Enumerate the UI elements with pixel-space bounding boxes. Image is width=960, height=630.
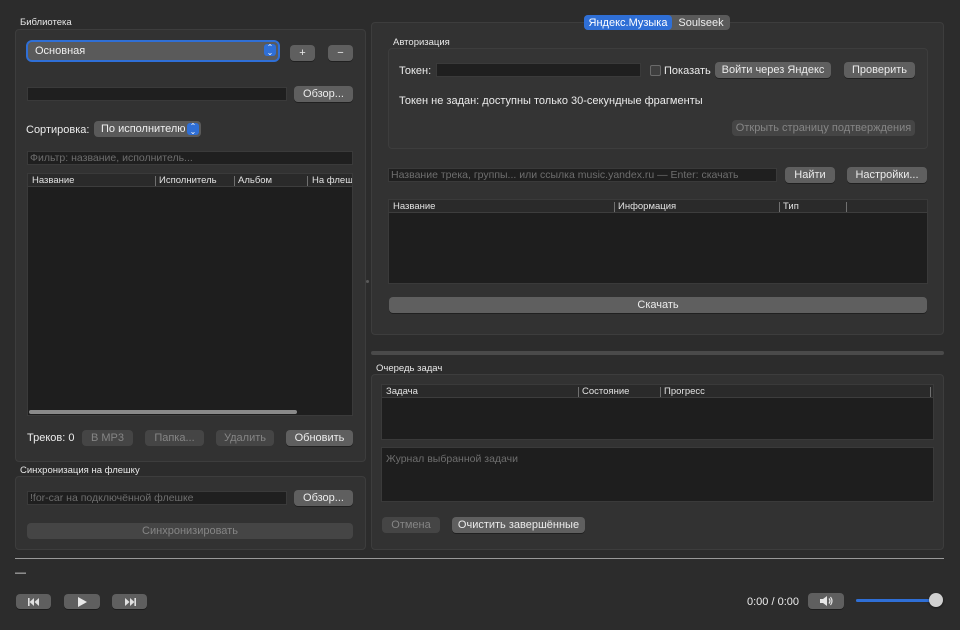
sync-button[interactable]: Синхронизировать: [27, 523, 353, 539]
add-collection-button[interactable]: +: [290, 45, 315, 61]
chevron-updown-icon: ⌃ ⌄: [264, 44, 276, 57]
column-header-title[interactable]: Название: [389, 200, 614, 213]
volume-knob[interactable]: [929, 593, 943, 607]
refresh-button[interactable]: Обновить: [286, 430, 353, 446]
next-track-button[interactable]: [112, 594, 147, 609]
search-results-header: Название Информация Тип: [389, 200, 927, 213]
now-playing-title: —: [15, 567, 26, 579]
download-button[interactable]: Скачать: [389, 297, 927, 313]
column-header-artist[interactable]: Исполнитель: [155, 174, 234, 187]
token-label: Токен:: [399, 65, 432, 77]
column-header-task[interactable]: Задача: [382, 385, 578, 398]
play-button[interactable]: [64, 594, 100, 609]
play-icon: [77, 596, 87, 607]
cancel-task-button[interactable]: Отмена: [382, 517, 440, 533]
sync-browse-button[interactable]: Обзор...: [294, 490, 353, 506]
previous-track-icon: [27, 597, 39, 606]
sort-select-value: По исполнителю: [101, 123, 186, 135]
next-track-icon: [124, 597, 136, 606]
tracks-count: Треков: 0: [27, 432, 75, 444]
volume-slider[interactable]: [856, 593, 943, 607]
playback-progress[interactable]: [15, 558, 944, 559]
column-separator: [930, 387, 931, 397]
library-table[interactable]: Название Исполнитель Альбом На флешке: [27, 173, 353, 416]
search-results-table[interactable]: Название Информация Тип: [388, 199, 928, 284]
column-separator: [846, 202, 847, 212]
library-table-header: Название Исполнитель Альбом На флешке: [28, 174, 352, 187]
library-title: Библиотека: [20, 17, 72, 28]
tab-yandex-music[interactable]: Яндекс.Музыка: [584, 15, 672, 30]
remove-collection-button[interactable]: −: [328, 45, 353, 61]
column-header-type[interactable]: Тип: [779, 200, 846, 213]
task-log[interactable]: Журнал выбранной задачи: [381, 447, 934, 502]
speaker-icon: [819, 596, 833, 606]
library-path-field[interactable]: [27, 87, 287, 101]
auth-title: Авторизация: [393, 37, 450, 48]
settings-button[interactable]: Настройки...: [847, 167, 927, 183]
vertical-splitter[interactable]: [371, 351, 944, 355]
queue-title: Очередь задач: [376, 363, 443, 374]
show-token-label: Показать: [664, 65, 711, 77]
column-header-progress[interactable]: Прогресс: [660, 385, 920, 398]
search-input[interactable]: Название трека, группы... или ссылка mus…: [388, 168, 777, 182]
mute-button[interactable]: [808, 593, 844, 609]
convert-mp3-button[interactable]: В MP3: [82, 430, 133, 446]
delete-button[interactable]: Удалить: [216, 430, 274, 446]
queue-table-header: Задача Состояние Прогресс: [382, 385, 933, 398]
login-yandex-button[interactable]: Войти через Яндекс: [715, 62, 831, 78]
open-confirm-page-button[interactable]: Открыть страницу подтверждения: [732, 120, 915, 136]
column-header-album[interactable]: Альбом: [234, 174, 307, 187]
check-token-button[interactable]: Проверить: [844, 62, 915, 78]
token-input[interactable]: [436, 63, 641, 77]
time-display: 0:00 / 0:00: [747, 596, 799, 608]
collection-select[interactable]: Основная ⌃ ⌄: [28, 42, 278, 60]
sort-select[interactable]: По исполнителю ⌃ ⌄: [94, 121, 201, 137]
source-tabs: Яндекс.Музыка Soulseek: [584, 15, 730, 30]
library-browse-button[interactable]: Обзор...: [294, 86, 353, 102]
chevron-updown-icon: ⌃ ⌄: [187, 123, 199, 136]
tab-soulseek[interactable]: Soulseek: [672, 15, 730, 30]
clear-finished-button[interactable]: Очистить завершённые: [452, 517, 585, 533]
sync-title: Синхронизация на флешку: [20, 465, 140, 476]
collection-select-value: Основная: [35, 45, 86, 57]
column-header-title[interactable]: Название: [28, 174, 155, 187]
horizontal-scrollbar[interactable]: [29, 410, 297, 414]
splitter-handle[interactable]: [366, 280, 369, 283]
auth-status-text: Токен не задан: доступны только 30-секун…: [399, 95, 703, 107]
open-folder-button[interactable]: Папка...: [145, 430, 204, 446]
column-header-info[interactable]: Информация: [614, 200, 779, 213]
queue-table[interactable]: Задача Состояние Прогресс: [381, 384, 934, 440]
volume-fill: [856, 599, 936, 602]
library-filter-input[interactable]: Фильтр: название, исполнитель...: [27, 151, 353, 165]
column-header-state[interactable]: Состояние: [578, 385, 660, 398]
sort-label: Сортировка:: [26, 124, 90, 136]
previous-track-button[interactable]: [16, 594, 51, 609]
find-button[interactable]: Найти: [785, 167, 835, 183]
show-token-checkbox[interactable]: [650, 65, 661, 76]
sync-path-field[interactable]: !for-car на подключённой флешке: [27, 491, 287, 505]
column-header-on-drive[interactable]: На флешке: [308, 174, 352, 187]
